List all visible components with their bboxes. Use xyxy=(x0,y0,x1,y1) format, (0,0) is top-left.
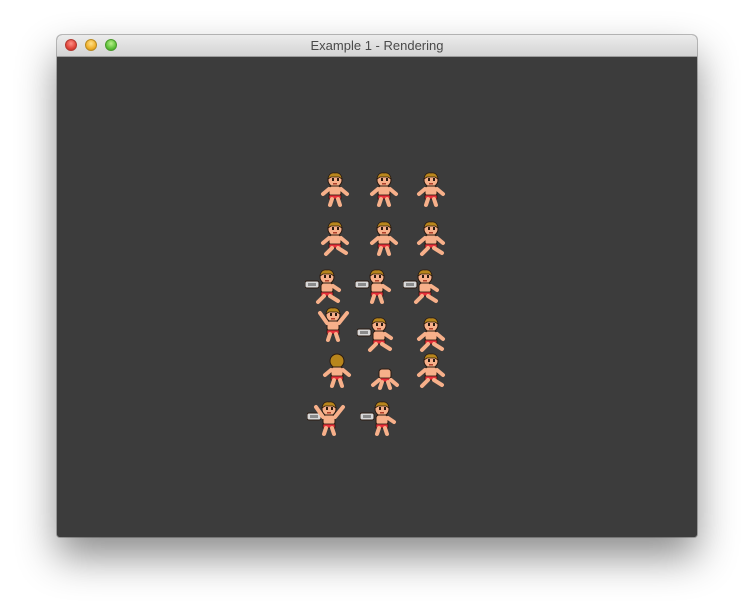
sprite-shoot-run-2 xyxy=(403,269,439,304)
title-bar[interactable]: Example 1 - Rendering xyxy=(57,35,697,57)
sprite-shoot-climb xyxy=(360,401,396,436)
sprite-shoot-slide xyxy=(357,317,393,352)
sprite-slide xyxy=(417,317,445,352)
sprite-stand-front-smile xyxy=(417,172,445,207)
sprite-climb-top xyxy=(371,368,399,390)
sprite-jump xyxy=(370,221,398,256)
sprite-shoot-wave xyxy=(307,401,345,436)
sprite-stand-front xyxy=(321,172,349,207)
render-canvas xyxy=(57,57,697,537)
sprite-stand-front-eyes-closed xyxy=(370,172,398,207)
sprite-shoot-jump xyxy=(355,269,391,304)
sprite-fall xyxy=(417,353,445,388)
sprite-shoot-run-1 xyxy=(305,269,341,304)
sprite-run-1 xyxy=(321,221,349,256)
sprite-climb-back xyxy=(323,353,351,388)
sprite-run-2 xyxy=(417,221,445,256)
app-window: Example 1 - Rendering xyxy=(57,35,697,537)
window-title: Example 1 - Rendering xyxy=(310,38,444,53)
sprite-hurt-arms-up xyxy=(318,307,349,342)
